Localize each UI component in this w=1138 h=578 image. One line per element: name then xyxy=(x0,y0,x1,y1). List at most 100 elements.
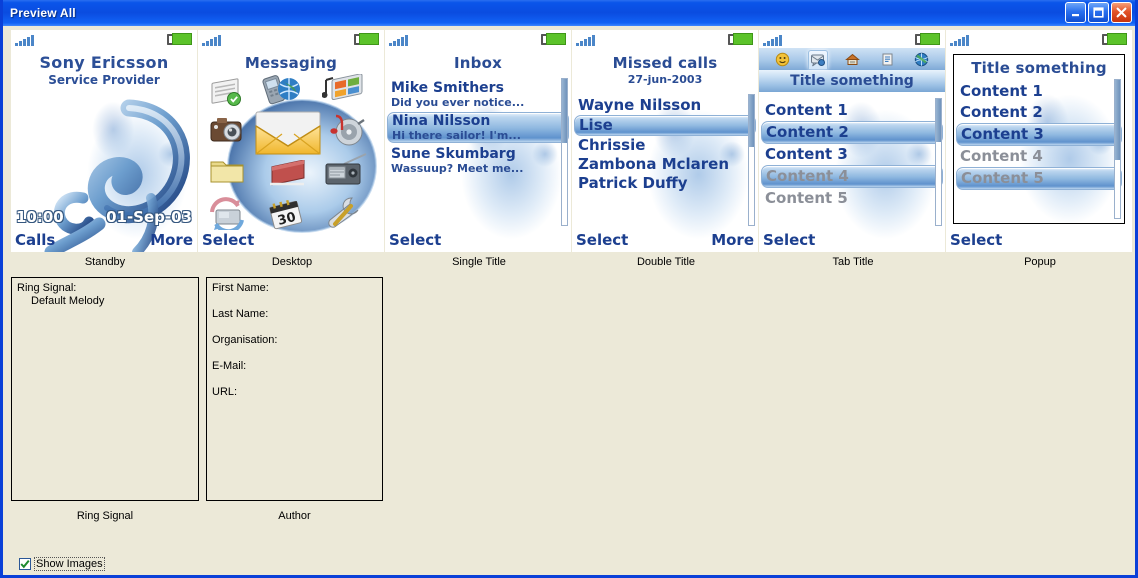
window-title: Preview All xyxy=(10,6,76,20)
scrollbar[interactable] xyxy=(748,94,755,226)
phone-screen-desktop: Messaging 30 Select xyxy=(198,30,384,252)
desktop-icon-phone-web-icon[interactable] xyxy=(260,72,302,110)
client-area: Sony Ericsson Service Provider 10:00 01-… xyxy=(3,26,1135,575)
status-bar xyxy=(946,30,1132,48)
inbox-title: Inbox xyxy=(454,54,502,72)
soft-key-right[interactable]: More xyxy=(711,231,754,249)
tab-globe-web-icon[interactable] xyxy=(913,50,931,68)
scrollbar[interactable] xyxy=(935,98,942,226)
list-item[interactable]: Content 1 xyxy=(954,81,1124,102)
preview-cell-standby: Sony Ericsson Service Provider 10:00 01-… xyxy=(11,30,199,268)
list-item[interactable]: Patrick Duffy xyxy=(572,174,758,193)
list-item[interactable]: Content 4 xyxy=(954,146,1124,167)
desktop-icon-media-player-icon[interactable] xyxy=(321,73,364,110)
list-item[interactable]: Lise xyxy=(574,115,756,136)
desktop-icon-grid: 30 xyxy=(198,48,384,252)
list-item[interactable]: Content 1 xyxy=(759,100,945,121)
content-item-label: Content 4 xyxy=(960,147,1043,165)
preview-all-window: Preview All Sony Ericsson Service Provid… xyxy=(0,0,1138,578)
scrollbar-thumb[interactable] xyxy=(1115,80,1120,161)
caller-name: Lise xyxy=(579,116,613,134)
content-item-label: Content 4 xyxy=(766,167,849,185)
signal-bars-icon xyxy=(576,34,595,46)
signal-bars-icon xyxy=(202,34,221,46)
desktop-icon-music-disc-icon[interactable] xyxy=(324,110,368,152)
tab-mailbox-icon[interactable] xyxy=(844,50,862,68)
list-item[interactable]: Mike Smithers Did you ever notice... xyxy=(385,80,571,109)
author-box: First Name: Last Name: Organisation: E-M… xyxy=(206,277,383,501)
list-item[interactable]: Nina Nilsson Hi there sailor! I'm... xyxy=(387,112,569,143)
status-bar xyxy=(572,30,758,48)
desktop-icon-radio-icon[interactable] xyxy=(322,152,368,192)
list-item[interactable]: Content 5 xyxy=(956,167,1122,190)
close-button[interactable] xyxy=(1111,2,1132,23)
content-item-label: Content 2 xyxy=(766,123,849,141)
preview-cell-desktop: Messaging 30 Select Desktop xyxy=(198,30,386,268)
maximize-button[interactable] xyxy=(1088,2,1109,23)
soft-key-left[interactable]: Select xyxy=(389,231,441,249)
list-item[interactable]: Wayne Nilsson xyxy=(572,96,758,115)
soft-key-right[interactable]: More xyxy=(150,231,193,249)
caller-name: Wayne Nilsson xyxy=(578,96,702,114)
list-item[interactable]: Zambona Mclaren xyxy=(572,155,758,174)
desktop-icon-camera-icon[interactable] xyxy=(208,114,248,150)
battery-icon xyxy=(541,33,566,45)
list-item[interactable]: Content 3 xyxy=(759,144,945,165)
preview-cell-double-title: Missed calls 27-jun-2003 Wayne Nilsson L… xyxy=(572,30,760,268)
soft-key-bar: Select More xyxy=(572,228,758,252)
popup-dialog: Title something Content 1 Content 2 Cont… xyxy=(953,54,1125,224)
soft-key-left[interactable]: Select xyxy=(576,231,628,249)
content-item-label: Content 3 xyxy=(961,125,1044,143)
soft-key-left[interactable]: Select xyxy=(950,231,1002,249)
desktop-icon-book-icon[interactable] xyxy=(266,159,310,194)
scrollbar[interactable] xyxy=(561,78,568,226)
scrollbar-thumb[interactable] xyxy=(936,99,941,142)
signal-bars-icon xyxy=(15,34,34,46)
soft-key-left[interactable]: Calls xyxy=(15,231,55,249)
preview-label-standby: Standby xyxy=(84,256,126,268)
scrollbar-thumb[interactable] xyxy=(749,95,754,147)
soft-key-bar: Select xyxy=(385,228,571,252)
content-item-label: Content 1 xyxy=(765,101,848,119)
author-field-url: URL: xyxy=(212,386,238,398)
tab-messaging-icon[interactable] xyxy=(807,49,828,69)
show-images-label: Show Images xyxy=(34,557,105,571)
list-item[interactable]: Content 2 xyxy=(761,121,943,144)
list-item[interactable]: Content 3 xyxy=(956,123,1122,146)
caller-name: Zambona Mclaren xyxy=(578,155,730,173)
show-images-checkbox[interactable] xyxy=(19,558,31,570)
phone-screen-popup: Title something Content 1 Content 2 Cont… xyxy=(946,30,1132,252)
soft-key-left[interactable]: Select xyxy=(202,231,254,249)
popup-title: Title something xyxy=(971,59,1107,77)
content-item-label: Content 2 xyxy=(960,103,1043,121)
preview-cell-popup: Title something Content 1 Content 2 Cont… xyxy=(946,30,1134,268)
message-sender: Nina Nilsson xyxy=(392,113,491,129)
title-bar: Preview All xyxy=(3,0,1135,27)
scrollbar-thumb[interactable] xyxy=(562,79,567,144)
soft-key-left[interactable]: Select xyxy=(763,231,815,249)
message-preview: Hi there sailor! I'm... xyxy=(392,129,521,142)
show-images-checkbox-row[interactable]: Show Images xyxy=(19,557,105,571)
list-item[interactable]: Chrissie xyxy=(572,136,758,155)
tab-title-header: Title something xyxy=(759,70,945,92)
screen-body: Messaging 30 Select xyxy=(198,48,384,252)
scrollbar[interactable] xyxy=(1114,79,1121,219)
tab-contacts-icon[interactable] xyxy=(773,50,791,68)
desktop-icon-folder-icon[interactable] xyxy=(208,154,248,190)
list-item[interactable]: Content 4 xyxy=(761,165,943,188)
author-field-last-name: Last Name: xyxy=(212,308,269,320)
desktop-icon-envelope-icon[interactable] xyxy=(252,106,324,166)
missed-calls-date: 27-jun-2003 xyxy=(627,73,703,86)
preview-cell-tab-title: Title something Content 1 Content 2 Cont… xyxy=(759,30,947,268)
list-item[interactable]: Content 5 xyxy=(759,188,945,209)
desktop-icon-notes-icon[interactable] xyxy=(208,76,244,110)
status-bar xyxy=(759,30,945,48)
ring-signal-box: Ring Signal: Default Melody xyxy=(11,277,199,501)
author-field-first-name: First Name: xyxy=(212,282,269,294)
list-item[interactable]: Content 2 xyxy=(954,102,1124,123)
screen-body: Inbox Mike Smithers Did you ever notice.… xyxy=(385,48,571,252)
tab-notes-document-icon[interactable] xyxy=(878,50,896,68)
minimize-button[interactable] xyxy=(1065,2,1086,23)
list-item[interactable]: Sune Skumbarg Wassuup? Meet me... xyxy=(385,146,571,175)
standby-clock: 10:00 xyxy=(16,208,64,226)
